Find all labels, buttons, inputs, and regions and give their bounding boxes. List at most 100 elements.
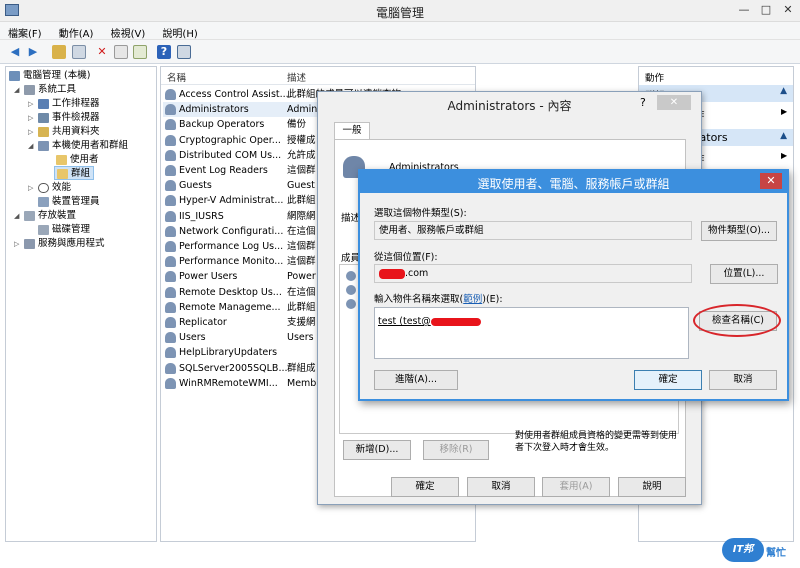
advanced-button[interactable]: 進階(A)... [374, 370, 458, 390]
group-name: Users [179, 332, 206, 344]
disk-icon [38, 224, 49, 235]
group-name: Backup Operators [179, 119, 265, 131]
clock-icon [38, 98, 49, 109]
ithome-logo: IT邦 [722, 538, 764, 562]
add-member-button[interactable]: 新增(D)... [343, 440, 411, 460]
group-description: 這個群 [287, 256, 316, 268]
group-description: Memb [287, 377, 317, 389]
tree-item-performance[interactable]: ▷ 效能 [28, 181, 71, 195]
group-description: 支援網 [287, 317, 316, 328]
collapse-up-icon[interactable]: ▲ [780, 86, 787, 96]
help-button[interactable]: 說明 [618, 477, 686, 497]
expand-icon[interactable]: ▷ [28, 125, 36, 139]
close-button[interactable]: ✕ [657, 95, 691, 110]
group-description: Users [287, 332, 314, 344]
user-icon [346, 299, 356, 309]
tree-item-shared-folders[interactable]: ▷ 共用資料夾 [28, 125, 100, 139]
tree-item-device-manager[interactable]: 裝置管理員 [38, 195, 100, 209]
group-name: Distributed COM Us... [179, 149, 282, 161]
maximize-button[interactable]: □ [757, 3, 775, 17]
expand-icon[interactable]: ▷ [14, 237, 22, 251]
tree-item-groups[interactable]: 群組 [54, 166, 95, 180]
help-icon[interactable]: ? [157, 45, 171, 59]
group-name: Performance Monito... [179, 256, 284, 268]
close-button[interactable]: ✕ [779, 3, 797, 17]
ok-button[interactable]: 確定 [391, 477, 459, 497]
tree-item-system-tools[interactable]: ◢ 系統工具 [14, 83, 76, 97]
select-dialog-title: 選取使用者、電腦、服務帳戶或群組 [477, 177, 670, 191]
back-arrow-icon[interactable]: ◀ [8, 45, 22, 59]
location-field: .com [374, 264, 692, 283]
menu-file[interactable]: 檔案(F) [0, 22, 48, 40]
group-description: 在這個 [287, 286, 316, 298]
tree-item-event-viewer[interactable]: ▷ 事件檢視器 [28, 111, 100, 125]
group-name: Performance Log Us... [179, 241, 284, 252]
console-tree: 電腦管理 (本機) ◢ 系統工具 ▷ 工作排程器 ▷ 事件檢視器 ▷ 共用資料夾 ◢ 本機… [5, 66, 157, 542]
group-icon [165, 165, 176, 176]
group-name: Hyper-V Administrat... [179, 195, 284, 207]
group-icon [165, 210, 176, 222]
group-name: Power Users [179, 271, 238, 283]
collapse-icon[interactable]: ◢ [14, 209, 22, 223]
menu-view[interactable]: 檢視(V) [103, 22, 152, 40]
collapse-icon[interactable]: ◢ [14, 83, 22, 97]
show-hide-tree-icon[interactable] [72, 45, 86, 59]
group-description: 在這個 [287, 225, 316, 237]
group-icon [165, 347, 176, 359]
collapse-up-icon[interactable]: ▲ [780, 131, 787, 141]
user-icon [346, 285, 356, 295]
apply-button[interactable]: 套用(A) [542, 477, 610, 497]
expand-icon[interactable]: ▷ [28, 97, 36, 111]
cancel-button[interactable]: 取消 [709, 370, 777, 390]
group-description: 授權成 [287, 134, 316, 146]
group-icon [165, 225, 176, 237]
computer-icon [9, 70, 20, 81]
expand-icon[interactable]: ▷ [28, 111, 36, 125]
tree-item-disk-management[interactable]: 磁碟管理 [38, 223, 90, 237]
export-list-icon[interactable] [133, 45, 147, 59]
show-action-pane-icon[interactable] [177, 45, 191, 59]
column-header-name[interactable]: 名稱 [167, 70, 186, 84]
locations-button[interactable]: 位置(L)... [710, 264, 778, 284]
remove-member-button[interactable]: 移除(R) [423, 440, 489, 460]
group-name: Network Configurati... [179, 225, 284, 237]
group-name: SQLServer2005SQLB... [179, 362, 288, 374]
cancel-button[interactable]: 取消 [467, 477, 535, 497]
properties-icon[interactable] [114, 45, 128, 59]
window-title: 電腦管理 [375, 6, 424, 20]
storage-icon [24, 210, 35, 221]
tree-item-local-users-groups[interactable]: ◢ 本機使用者和群組 [28, 139, 128, 153]
menu-help[interactable]: 說明(H) [154, 22, 203, 40]
tree-item-task-scheduler[interactable]: ▷ 工作排程器 [28, 97, 100, 111]
menu-action[interactable]: 動作(A) [51, 22, 100, 40]
tree-item-users[interactable]: 使用者 [56, 153, 99, 167]
close-button[interactable]: ✕ [760, 173, 782, 189]
actions-pane-title: 動作 [645, 73, 665, 84]
column-header-description[interactable]: 描述 [287, 70, 306, 84]
ok-button[interactable]: 確定 [634, 370, 702, 390]
group-icon [165, 149, 176, 161]
forward-arrow-icon[interactable]: ▶ [26, 45, 40, 59]
ithome-watermark: IT邦 幫忙 [722, 536, 794, 564]
object-names-input[interactable]: test (test@ [374, 307, 689, 359]
collapse-icon[interactable]: ◢ [28, 139, 36, 153]
group-icon [165, 286, 176, 298]
tree-item-computer-management[interactable]: 電腦管理 (本機) [9, 69, 90, 83]
delete-icon[interactable]: ✕ [95, 45, 109, 59]
object-types-button[interactable]: 物件類型(O)... [701, 221, 777, 241]
list-header: 名稱 描述 [161, 67, 475, 85]
group-name: Guests [179, 180, 212, 192]
expand-icon[interactable]: ▷ [28, 181, 36, 195]
tree-item-services-applications[interactable]: ▷ 服務與應用程式 [14, 237, 105, 251]
folder-icon [57, 168, 68, 179]
group-description: 群組成 [287, 362, 316, 374]
group-icon [165, 317, 176, 328]
up-folder-icon[interactable] [52, 45, 66, 59]
group-icon [165, 134, 176, 146]
redacted-mark [430, 317, 481, 326]
tab-general[interactable]: 一般 [334, 122, 370, 140]
minimize-button[interactable]: — [735, 3, 753, 17]
tree-item-storage[interactable]: ◢ 存放裝置 [14, 209, 76, 223]
examples-link[interactable]: 範例 [463, 294, 482, 305]
help-question-icon[interactable]: ? [640, 96, 646, 109]
